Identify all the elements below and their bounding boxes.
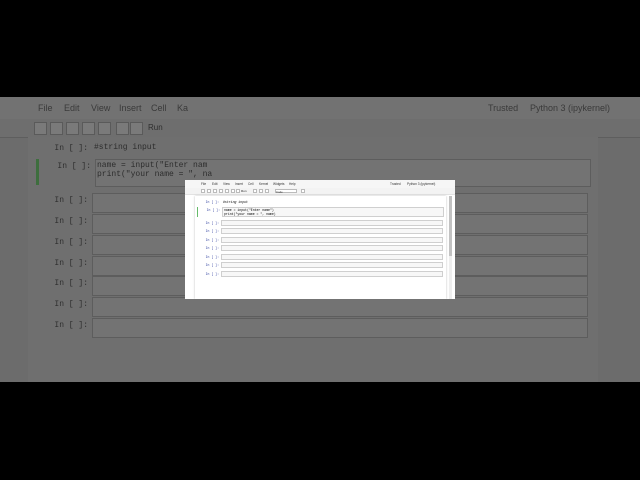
cell-prompt: In [ ]: [205, 272, 219, 276]
menu-kernel[interactable]: Kernel [259, 182, 268, 186]
empty-cell[interactable]: In [ ]: [197, 228, 444, 234]
bg-prompt: In [ ]: [57, 162, 91, 171]
bg-prompt: In [ ]: [54, 217, 88, 226]
scrollbar[interactable] [449, 196, 452, 299]
empty-cell[interactable]: In [ ]: [197, 254, 444, 260]
bg-run-label: Run [148, 123, 163, 132]
bg-cell-code: #string input [94, 143, 157, 152]
kernel-label: Python 3 (ipykernel) [407, 182, 436, 186]
menu-cell[interactable]: Cell [248, 182, 254, 186]
cell-code-line2: print("your name = ", name) [224, 212, 276, 216]
cell-prompt: In [ ]: [206, 208, 220, 212]
bg-cell-area [92, 318, 588, 338]
bg-down-icon [130, 122, 143, 135]
cut-icon[interactable] [213, 189, 217, 193]
bg-menu-kernel: Ka [177, 103, 189, 113]
bg-kernel-label: Python 3 (ipykernel) [530, 103, 611, 113]
paste-icon[interactable] [225, 189, 229, 193]
bg-menu-insert: Insert [119, 103, 142, 113]
menu-help[interactable]: Help [289, 182, 296, 186]
bg-up-icon [116, 122, 129, 135]
move-up-icon[interactable] [231, 189, 235, 193]
bg-cell: In [ ]: #string input [36, 141, 586, 159]
bg-menu-view: View [91, 103, 111, 113]
code-cell[interactable]: In [ ]: #string input [197, 199, 444, 205]
empty-cell[interactable]: In [ ]: [197, 220, 444, 226]
cell-editor[interactable] [221, 228, 443, 234]
empty-cell[interactable]: In [ ]: [197, 245, 444, 251]
menu-view[interactable]: View [223, 182, 230, 186]
bg-prompt: In [ ]: [54, 259, 88, 268]
menubar: File Edit View Insert Cell Kernel Widget… [185, 180, 455, 188]
scrollbar-thumb[interactable] [449, 196, 452, 256]
bg-prompt: In [ ]: [54, 238, 88, 247]
cell-editor[interactable] [221, 237, 443, 243]
bg-prompt: In [ ]: [54, 144, 88, 153]
bg-menu-edit: Edit [64, 103, 80, 113]
menu-file[interactable]: File [201, 182, 206, 186]
cell-editor[interactable] [221, 271, 443, 277]
cell-prompt: In [ ]: [205, 246, 219, 250]
cell-prompt: In [ ]: [205, 229, 219, 233]
bg-add-icon [50, 122, 63, 135]
cell-prompt: In [ ]: [205, 238, 219, 242]
bg-cell: In [ ]: [36, 297, 588, 317]
cell-prompt: In [ ]: [205, 263, 219, 267]
bg-cut-icon [66, 122, 79, 135]
cell-prompt: In [ ]: [205, 221, 219, 225]
toolbar: Run Code [185, 188, 455, 195]
bg-cell: In [ ]: [36, 318, 588, 338]
stop-icon[interactable] [253, 189, 257, 193]
empty-cell[interactable]: In [ ]: [197, 271, 444, 277]
cell-editor[interactable] [221, 254, 443, 260]
cell-code: #string input [223, 200, 248, 204]
menu-edit[interactable]: Edit [212, 182, 218, 186]
cell-prompt: In [ ]: [205, 255, 219, 259]
cell-type-select[interactable]: Code [275, 189, 297, 194]
bg-cell-code-line2: print("your name = ", na [97, 170, 213, 179]
restart-run-icon[interactable] [265, 189, 269, 193]
notebook-window: File Edit View Insert Cell Kernel Widget… [185, 180, 455, 299]
bg-prompt: In [ ]: [54, 196, 88, 205]
bg-cell-code-line1: name = input("Enter nam [97, 161, 208, 170]
empty-cell[interactable]: In [ ]: [197, 237, 444, 243]
bg-prompt: In [ ]: [54, 279, 88, 288]
bg-menu-file: File [38, 103, 53, 113]
menu-insert[interactable]: Insert [235, 182, 243, 186]
restart-icon[interactable] [259, 189, 263, 193]
bg-menubar: File Edit View Insert Cell Ka Trusted Py… [0, 97, 640, 119]
save-icon[interactable] [201, 189, 205, 193]
bg-prompt: In [ ]: [54, 300, 88, 309]
add-cell-icon[interactable] [207, 189, 211, 193]
bg-copy-icon [82, 122, 95, 135]
bg-paste-icon [98, 122, 111, 135]
move-down-icon[interactable] [236, 189, 240, 193]
cell-editor[interactable] [221, 262, 443, 268]
cell-editor[interactable] [221, 245, 443, 251]
menu-widgets[interactable]: Widgets [273, 182, 285, 186]
keyboard-icon[interactable] [301, 189, 305, 193]
bg-menu-cell: Cell [151, 103, 167, 113]
notebook-page: In [ ]: #string input In [ ]: name = inp… [195, 196, 446, 299]
bg-trusted-label: Trusted [488, 103, 519, 113]
bg-cell-area [92, 297, 588, 317]
cell-editor[interactable] [221, 220, 443, 226]
cell-prompt: In [ ]: [205, 200, 219, 204]
run-button[interactable]: Run [241, 189, 247, 193]
copy-icon[interactable] [219, 189, 223, 193]
bg-toolbar: Run [0, 119, 640, 138]
code-cell-selected[interactable]: In [ ]: name = input("Enter name") print… [197, 207, 445, 217]
trusted-label[interactable]: Trusted [390, 182, 401, 186]
bg-prompt: In [ ]: [54, 321, 88, 330]
bg-save-icon [34, 122, 47, 135]
empty-cell[interactable]: In [ ]: [197, 262, 444, 268]
